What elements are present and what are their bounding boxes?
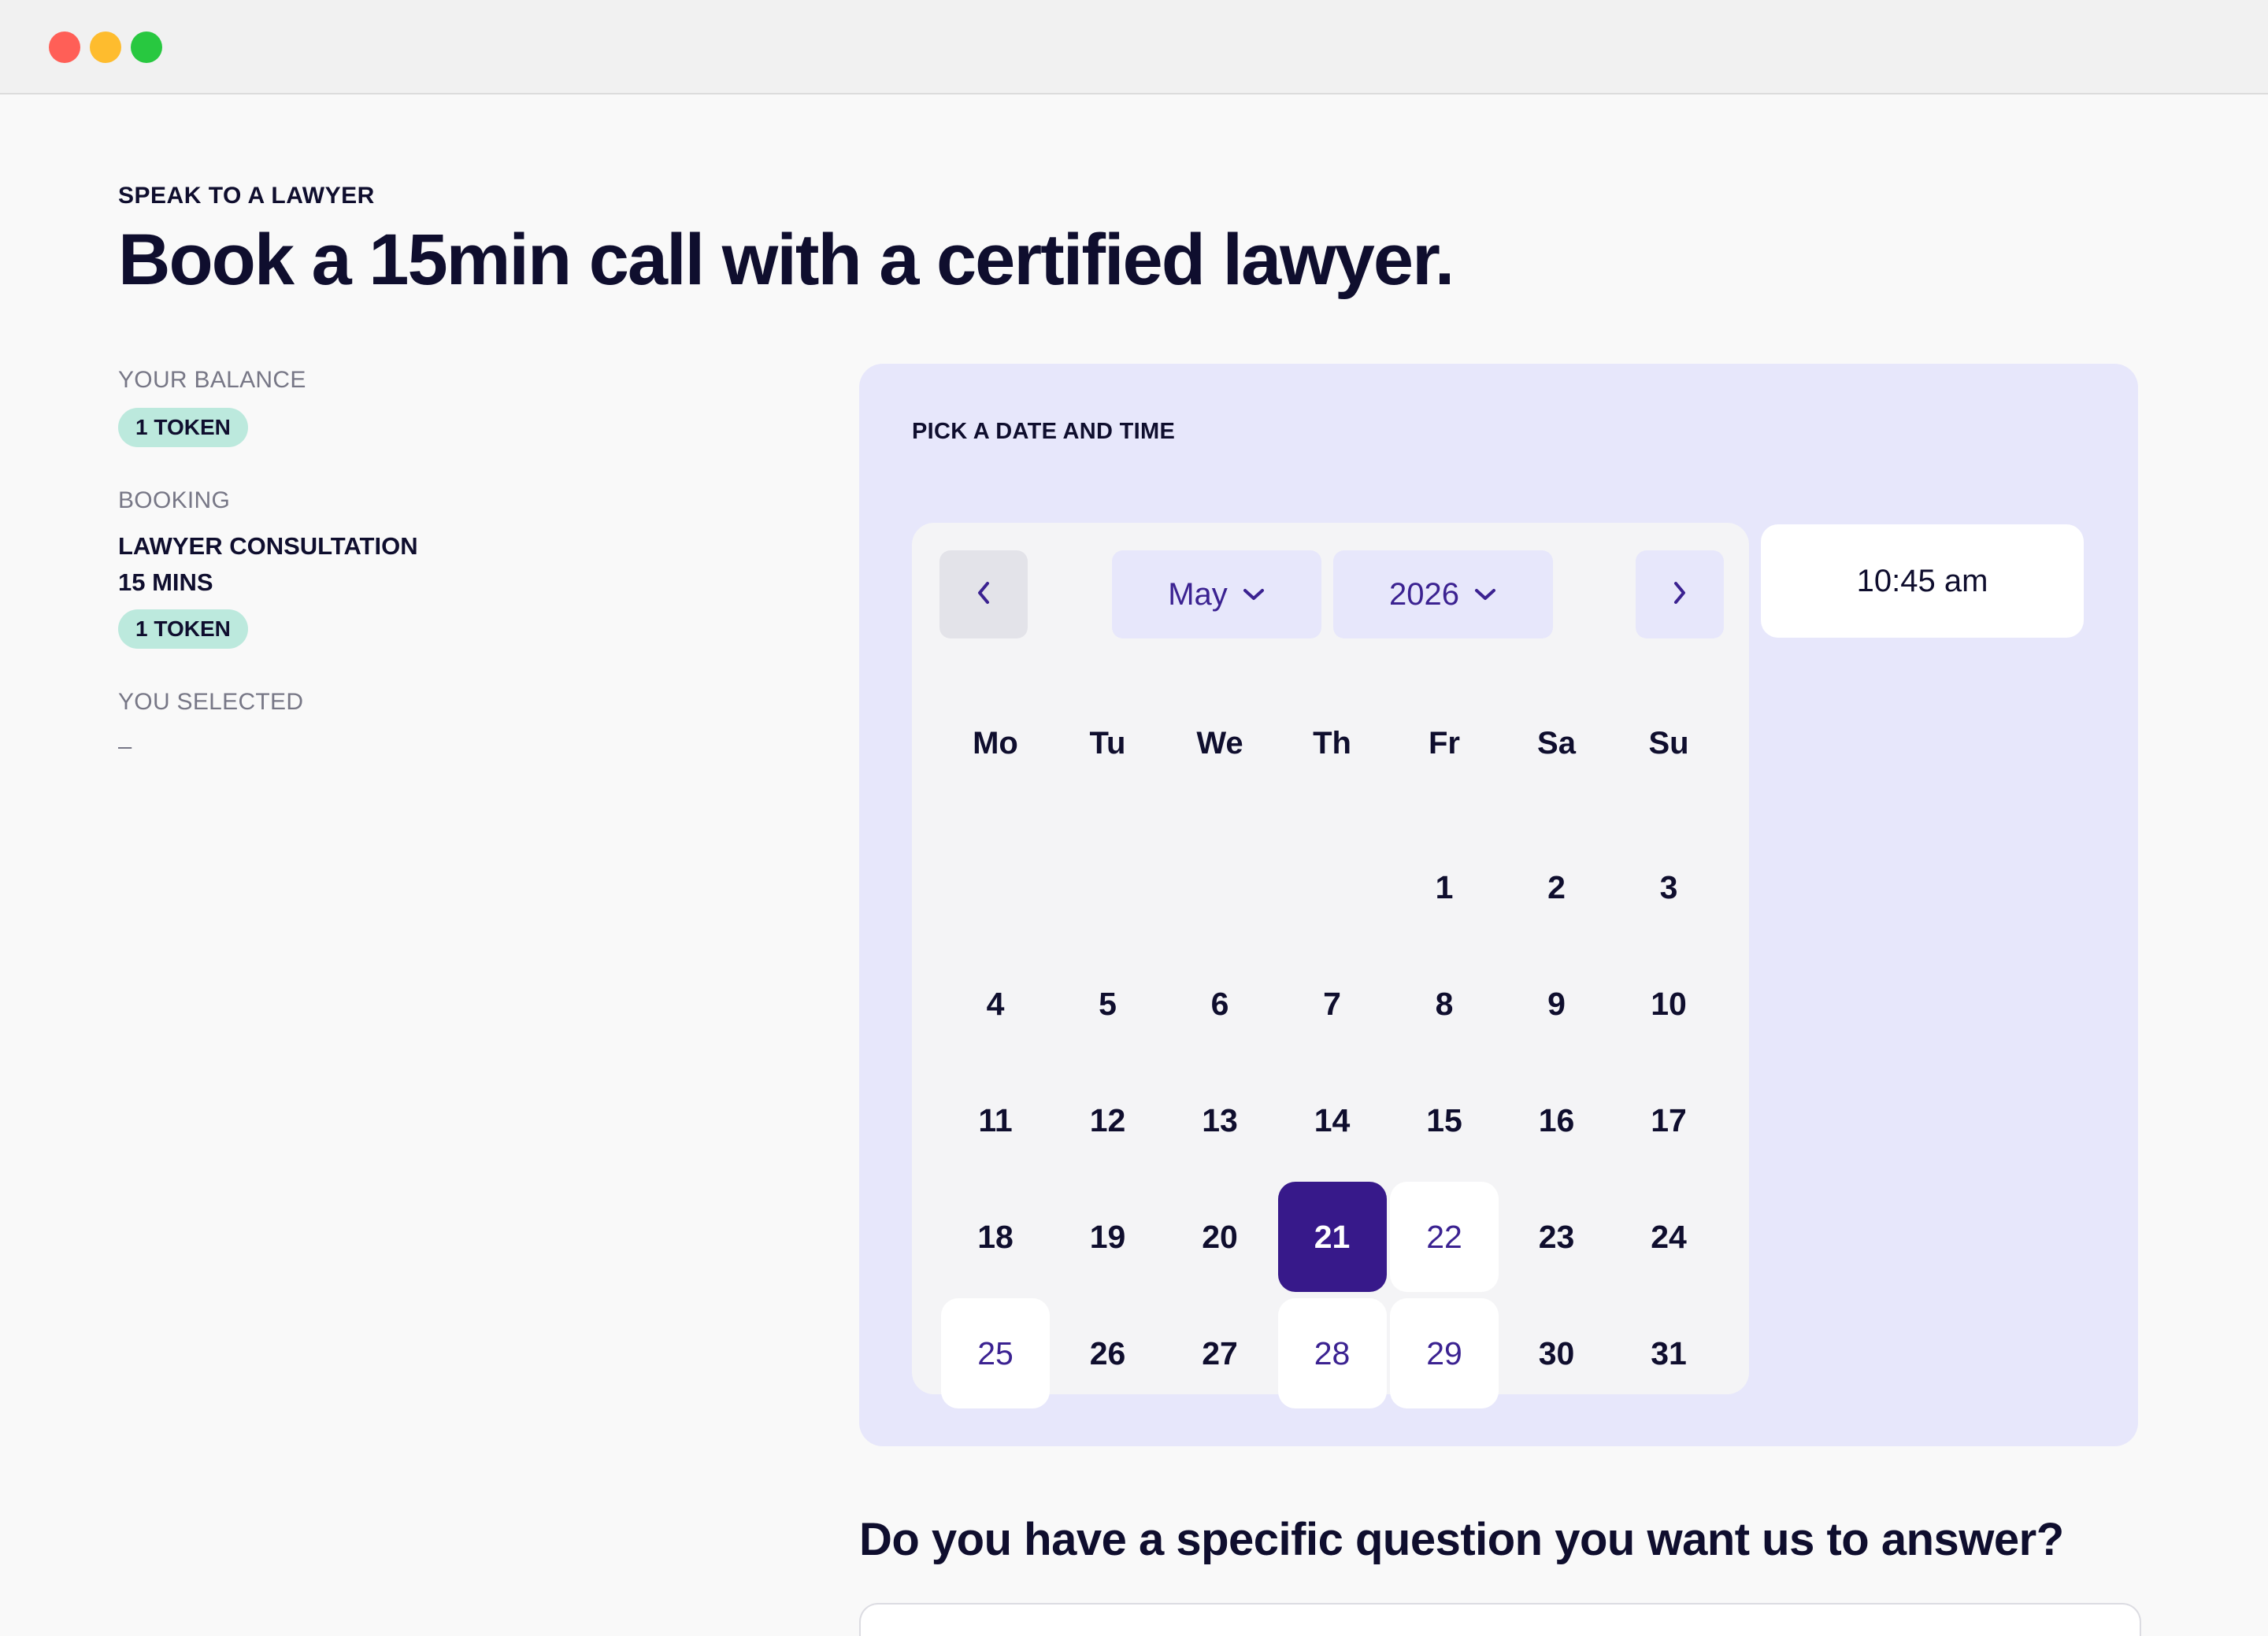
year-select-value: 2026 (1389, 576, 1459, 612)
previous-month-button[interactable] (939, 550, 1028, 638)
calendar-day[interactable]: 4 (941, 949, 1050, 1059)
year-select[interactable]: 2026 (1333, 550, 1553, 638)
time-slot-button[interactable]: 10:45 am (1761, 524, 2084, 638)
month-select-value: May (1168, 576, 1228, 612)
weekday-header: Mo (973, 726, 1018, 761)
calendar-day[interactable]: 26 (1054, 1298, 1162, 1408)
balance-token-badge: 1 TOKEN (118, 408, 248, 447)
chevron-down-icon (1242, 587, 1266, 602)
weekday-header: Sa (1537, 726, 1576, 761)
calendar-day[interactable]: 5 (1054, 949, 1162, 1059)
balance-label: YOUR BALANCE (118, 367, 306, 393)
calendar-day[interactable]: 8 (1390, 949, 1499, 1059)
calendar-day[interactable]: 9 (1503, 949, 1611, 1059)
calendar-day-available[interactable]: 28 (1277, 1298, 1387, 1408)
booking-token-badge: 1 TOKEN (118, 609, 248, 649)
weekday-header: Su (1648, 726, 1689, 761)
weekday-header: Fr (1429, 726, 1460, 761)
calendar-day[interactable]: 6 (1166, 949, 1274, 1059)
weekday-header: Th (1313, 726, 1351, 761)
window-maximize-button[interactable] (131, 31, 162, 63)
window-close-button[interactable] (49, 31, 80, 63)
calendar-day[interactable]: 11 (941, 1065, 1050, 1175)
calendar-day[interactable]: 16 (1503, 1065, 1611, 1175)
calendar-day[interactable]: 12 (1054, 1065, 1162, 1175)
page-eyebrow: SPEAK TO A LAWYER (118, 183, 375, 209)
calendar-day[interactable]: 3 (1614, 832, 1723, 942)
calendar-day-available[interactable]: 29 (1390, 1298, 1499, 1408)
calendar-day[interactable]: 31 (1614, 1298, 1723, 1408)
question-heading: Do you have a specific question you want… (859, 1514, 2064, 1565)
calendar-day[interactable]: 23 (1503, 1182, 1611, 1292)
booking-label: BOOKING (118, 487, 231, 513)
chevron-left-icon (974, 580, 993, 609)
picker-label: PICK A DATE AND TIME (912, 419, 1176, 444)
calendar-day[interactable]: 30 (1503, 1298, 1611, 1408)
calendar: May 2026 Mo Tu We Th Fr Sa Su 1 2 3 4 5 6 7 8 9 10 11 12 13… (912, 523, 1749, 1408)
month-select[interactable]: May (1112, 550, 1321, 638)
date-time-picker-panel: PICK A DATE AND TIME May 2026 Mo Tu We Th Fr… (859, 364, 2138, 1446)
page-title: Book a 15min call with a certified lawye… (118, 220, 1455, 300)
chevron-right-icon (1670, 580, 1689, 609)
calendar-day-selected[interactable]: 21 (1277, 1182, 1387, 1292)
calendar-day[interactable]: 7 (1278, 949, 1387, 1059)
calendar-day[interactable]: 18 (941, 1182, 1050, 1292)
calendar-day[interactable]: 1 (1390, 832, 1499, 942)
window-minimize-button[interactable] (90, 31, 121, 63)
calendar-day[interactable]: 15 (1390, 1065, 1499, 1175)
calendar-day[interactable]: 19 (1054, 1182, 1162, 1292)
question-input[interactable] (859, 1603, 2141, 1636)
calendar-day[interactable]: 20 (1166, 1182, 1274, 1292)
selected-value: – (118, 732, 132, 760)
calendar-day[interactable]: 24 (1614, 1182, 1723, 1292)
booking-item: LAWYER CONSULTATION (118, 532, 418, 560)
calendar-day-available[interactable]: 25 (941, 1298, 1050, 1408)
selected-label: YOU SELECTED (118, 689, 304, 715)
chevron-down-icon (1473, 587, 1497, 602)
weekday-header: We (1196, 726, 1243, 761)
weekday-header: Tu (1089, 726, 1126, 761)
calendar-day[interactable]: 10 (1614, 949, 1723, 1059)
next-month-button[interactable] (1636, 550, 1724, 638)
calendar-day[interactable]: 27 (1166, 1298, 1274, 1408)
window-titlebar (0, 0, 2268, 94)
calendar-day-available[interactable]: 22 (1390, 1182, 1499, 1292)
booking-duration: 15 MINS (118, 568, 213, 596)
calendar-day[interactable]: 17 (1614, 1065, 1723, 1175)
calendar-day[interactable]: 14 (1278, 1065, 1387, 1175)
calendar-day[interactable]: 2 (1503, 832, 1611, 942)
calendar-day[interactable]: 13 (1166, 1065, 1274, 1175)
